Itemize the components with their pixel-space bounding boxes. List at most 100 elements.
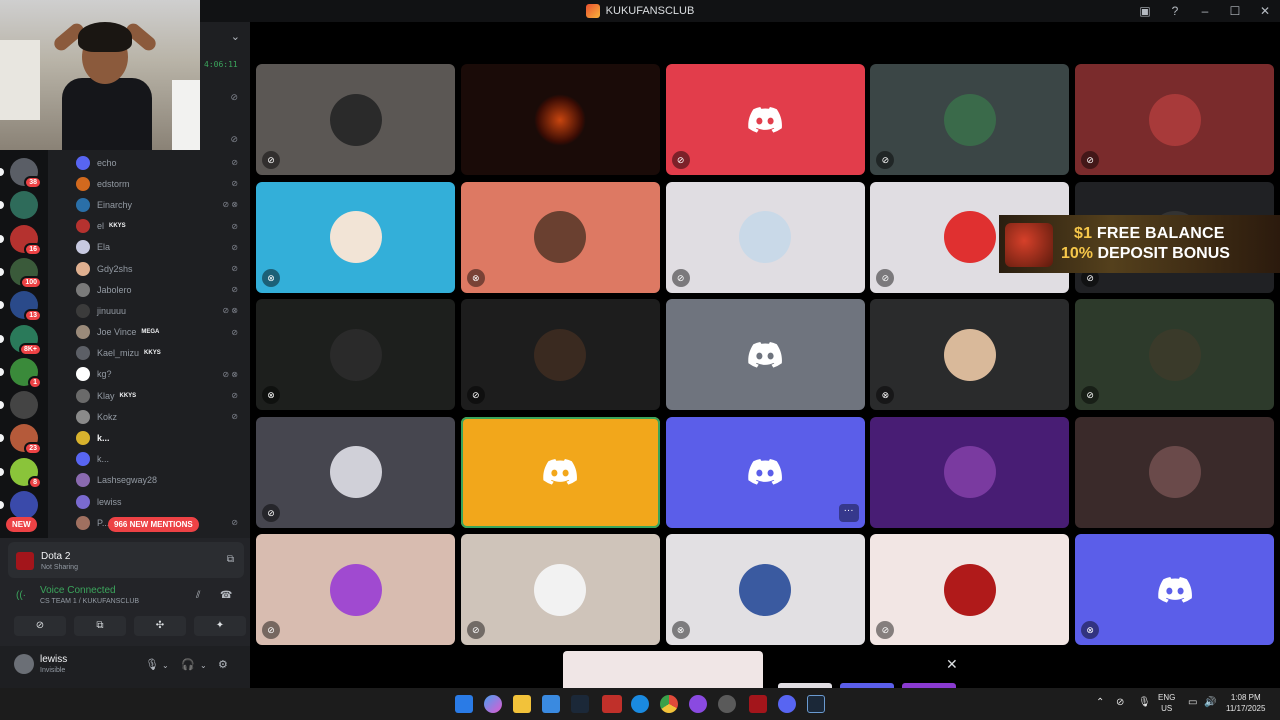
voice-user-row[interactable]: Lashsegway28 <box>76 470 246 491</box>
language-indicator[interactable]: ENG US <box>1158 692 1175 714</box>
video-app-icon[interactable] <box>602 695 622 713</box>
disconnect-icon[interactable]: ☎ <box>220 590 232 601</box>
network-icon[interactable]: ⊘ <box>1116 697 1124 708</box>
server-icon[interactable]: 8K+ <box>10 324 42 356</box>
server-icon[interactable]: 13 <box>10 291 42 323</box>
voice-user-row[interactable]: jinuuuu ⊘ ⊗ <box>76 300 246 321</box>
participant-tile[interactable]: ⊗ <box>665 534 865 645</box>
minimize-button[interactable]: – <box>1190 4 1220 18</box>
new-mentions-pill[interactable]: 966 NEW MENTIONS <box>108 517 199 532</box>
chrome-icon[interactable] <box>660 695 678 713</box>
participant-tile[interactable] <box>460 416 660 528</box>
inbox-icon[interactable]: ▣ <box>1130 4 1160 18</box>
server-icon[interactable]: 16 <box>10 224 42 256</box>
participant-tile[interactable]: ⊗ <box>256 181 455 293</box>
microphone-icon[interactable]: 🎙 <box>1138 697 1151 708</box>
voice-user-row[interactable]: Klay KKYS ⊘ <box>76 385 246 406</box>
voice-user-row[interactable]: Jabolero ⊘ <box>76 279 246 300</box>
voice-user-row[interactable]: edstorm ⊘ <box>76 173 246 194</box>
activity-card[interactable]: Dota 2 Not Sharing ⧉ <box>8 542 244 578</box>
headphones-icon[interactable]: 🎧 <box>181 658 195 671</box>
camera-button[interactable]: ⊘ <box>14 616 66 636</box>
chevron-down-icon[interactable]: ⌄ <box>231 30 240 43</box>
voice-user-row[interactable]: lewiss <box>76 491 246 512</box>
participant-tile[interactable]: ⊘ <box>460 534 660 645</box>
promo-banner[interactable]: $1 FREE BALANCE 10% DEPOSIT BONUS <box>999 215 1280 273</box>
chevron-down-icon[interactable]: ⌄ <box>162 661 169 670</box>
voice-user-row[interactable]: Joe Vince MEGA ⊘ <box>76 322 246 343</box>
participant-tile[interactable]: ⊘ <box>870 64 1070 175</box>
voice-user-row[interactable]: Gdy2shs ⊘ <box>76 258 246 279</box>
server-icon[interactable]: 100 <box>10 257 42 289</box>
steam-icon[interactable] <box>571 695 589 713</box>
participant-tile[interactable]: ⊘ <box>256 64 455 175</box>
activities-button[interactable]: ✣ <box>134 616 186 636</box>
copilot-icon[interactable] <box>484 695 502 713</box>
gear-icon[interactable]: ⚙ <box>218 658 228 671</box>
chevron-up-icon[interactable]: ⌃ <box>1096 697 1104 708</box>
server-icon[interactable] <box>10 391 38 420</box>
app-icon[interactable] <box>718 695 736 713</box>
participant-tile[interactable]: ⊘ <box>665 181 865 293</box>
app-icon[interactable] <box>689 695 707 713</box>
participant-tile[interactable]: ⊘ <box>1075 64 1275 175</box>
voice-user-row[interactable]: k... <box>76 427 246 448</box>
participant-tile[interactable]: ⊘ <box>665 64 865 175</box>
server-icon[interactable] <box>10 191 38 220</box>
participant-tile[interactable]: ⊗ <box>1075 534 1275 645</box>
voice-user-row[interactable]: Kokz ⊘ <box>76 406 246 427</box>
participant-tile[interactable]: ⊘ <box>1075 299 1275 410</box>
participant-tile[interactable]: ⊗ <box>460 181 660 293</box>
display-icon[interactable]: ▭ <box>1188 697 1197 708</box>
participant-tile[interactable]: ⊗ <box>256 299 455 410</box>
microphone-icon[interactable]: 🎙 <box>145 658 159 671</box>
server-icon[interactable] <box>10 491 38 519</box>
more-options-button[interactable]: ··· <box>838 503 859 522</box>
voice-user-row[interactable]: Kael_mizu KKYS <box>76 343 246 364</box>
steam-icon[interactable] <box>807 695 825 713</box>
voice-user-row[interactable]: k... <box>76 449 246 470</box>
participant-tile[interactable]: ⊗ <box>870 299 1070 410</box>
voice-user-row[interactable]: kg? ⊘ ⊗ <box>76 364 246 385</box>
edge-icon[interactable] <box>631 695 649 713</box>
noise-suppression-icon[interactable]: ⫽ <box>196 590 200 601</box>
help-icon[interactable]: ? <box>1160 4 1190 18</box>
voice-user-row[interactable]: el KKYS ⊘ <box>76 216 246 237</box>
participant-tile[interactable] <box>460 64 660 175</box>
avatar[interactable] <box>14 654 34 674</box>
server-icon[interactable]: 23 <box>10 424 42 456</box>
discord-icon[interactable] <box>778 695 796 713</box>
stream-preview[interactable] <box>563 651 763 688</box>
volume-icon[interactable]: 🔊 <box>1204 697 1216 708</box>
participant-tile[interactable]: ⊘ <box>460 299 660 410</box>
participant-tile[interactable] <box>1075 416 1275 528</box>
unread-indicator <box>0 434 4 443</box>
participant-tile[interactable] <box>665 299 865 410</box>
new-unreads-pill[interactable]: NEW <box>6 517 37 532</box>
participant-tile[interactable]: ··· <box>665 416 865 528</box>
participant-tile[interactable]: ⊘ <box>256 416 455 528</box>
server-icon[interactable]: 8 <box>10 457 42 489</box>
voice-user-row[interactable]: Einarchy ⊘ ⊗ <box>76 194 246 215</box>
soundboard-button[interactable]: ✦ <box>194 616 246 636</box>
store-icon[interactable] <box>542 695 560 713</box>
server-icon[interactable]: 38 <box>10 158 42 189</box>
muted-mic-icon: ⊘ <box>1081 386 1100 404</box>
close-icon[interactable]: ✕ <box>946 656 958 673</box>
start-icon[interactable] <box>455 695 473 713</box>
participant-tile[interactable]: ⊘ <box>256 534 455 645</box>
screen-share-icon[interactable]: ⧉ <box>227 554 234 565</box>
server-icon[interactable]: 1 <box>10 357 42 389</box>
voice-user-row[interactable]: echo ⊘ <box>76 152 246 173</box>
maximize-button[interactable]: ☐ <box>1220 4 1250 18</box>
clock[interactable]: 1:08 PM 11/17/2025 <box>1226 692 1265 714</box>
share-screen-button[interactable]: ⧉ <box>74 616 126 636</box>
voice-channel[interactable]: CS TEAM 1 / KUKUFANSCLUB <box>40 598 139 605</box>
chevron-down-icon[interactable]: ⌄ <box>200 661 207 670</box>
file-explorer-icon[interactable] <box>513 695 531 713</box>
close-button[interactable]: ✕ <box>1250 4 1280 18</box>
participant-tile[interactable] <box>870 416 1070 528</box>
participant-tile[interactable]: ⊘ <box>870 534 1070 645</box>
dota-icon[interactable] <box>749 695 767 713</box>
voice-user-row[interactable]: Ela ⊘ <box>76 237 246 258</box>
